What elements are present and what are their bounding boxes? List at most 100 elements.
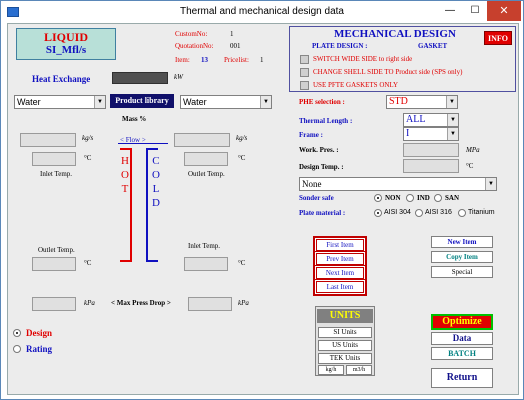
hot-inlet-temp-input[interactable] xyxy=(32,152,76,166)
none-select[interactable]: None ▼ xyxy=(299,177,497,191)
chevron-down-icon: ▼ xyxy=(447,128,458,140)
design-temp-input[interactable] xyxy=(403,159,459,173)
cold-medium-select[interactable]: Water ▼ xyxy=(180,95,272,109)
info-button[interactable]: INFO xyxy=(484,31,512,45)
hot-outlet-temp-input[interactable] xyxy=(32,257,76,271)
aisi-304-label: AISI 304 xyxy=(384,209,411,216)
pfte-gaskets-checkbox[interactable] xyxy=(300,81,309,90)
item-label: Item: xyxy=(175,56,190,64)
liquid-unit-box[interactable]: LIQUID SI_Mfl/s xyxy=(16,28,116,60)
rating-label: Rating xyxy=(26,344,53,354)
max-press-drop-label: < Max Press Drop > xyxy=(111,299,171,307)
optimize-button[interactable]: Optimize xyxy=(431,314,493,330)
cold-outlet-temp-label: Outlet Temp. xyxy=(188,170,225,178)
hot-medium-select[interactable]: Water ▼ xyxy=(14,95,106,109)
first-item-button[interactable]: First Item xyxy=(315,238,365,252)
cold-outlet-temp-unit: °C xyxy=(238,154,246,162)
sonder-san-radio[interactable] xyxy=(434,194,442,202)
copy-item-button[interactable]: Copy Item xyxy=(431,251,493,263)
hot-flow-input[interactable] xyxy=(20,133,76,147)
m3h-button[interactable]: m3/h xyxy=(346,365,372,375)
aisi-304-radio[interactable] xyxy=(374,209,382,217)
pricelist-value: 1 xyxy=(260,56,264,64)
return-button[interactable]: Return xyxy=(431,368,493,388)
maximize-button[interactable]: ☐ xyxy=(468,5,482,19)
hot-press-drop-unit: kPa xyxy=(84,299,95,307)
hot-inlet-temp-label: Inlet Temp. xyxy=(40,170,73,178)
thermal-length-select[interactable]: ALL ▼ xyxy=(403,113,459,127)
hot-letter: H xyxy=(121,155,129,167)
custom-no-label: CustomNo: xyxy=(175,30,208,38)
sonder-non-radio[interactable] xyxy=(374,194,382,202)
cold-inlet-temp-label: Inlet Temp. xyxy=(188,242,221,250)
units-title: UNITS xyxy=(317,309,373,323)
work-pres-input[interactable] xyxy=(403,143,459,157)
aisi-316-label: AISI 316 xyxy=(425,209,452,216)
cold-letter: C xyxy=(152,155,160,167)
window-title: Thermal and mechanical design data xyxy=(180,6,344,17)
aisi-316-radio[interactable] xyxy=(415,209,423,217)
minimize-button[interactable]: — xyxy=(443,5,457,19)
unit-system-label: SI_Mfl/s xyxy=(45,44,87,56)
titanium-radio[interactable] xyxy=(458,209,466,217)
chevron-down-icon: ▼ xyxy=(260,96,271,108)
cold-press-drop-input[interactable] xyxy=(188,297,232,311)
cold-vertical-label: C O L D xyxy=(152,154,160,210)
change-shell-side-checkbox[interactable] xyxy=(300,68,309,77)
hot-press-drop-input[interactable] xyxy=(32,297,76,311)
si-units-button[interactable]: SI Units xyxy=(318,327,372,338)
hot-letter: O xyxy=(121,169,129,181)
cold-flow-input[interactable] xyxy=(174,133,230,147)
heat-exchange-field[interactable] xyxy=(112,72,168,84)
product-library-button[interactable]: Product library xyxy=(110,94,174,108)
frame-label: Frame : xyxy=(299,131,323,139)
tek-units-button[interactable]: TEK Units xyxy=(318,353,372,364)
frame-select[interactable]: I ▼ xyxy=(403,127,459,141)
cold-letter: L xyxy=(152,183,160,195)
sonder-non-label: NON xyxy=(385,194,401,202)
us-units-button[interactable]: US Units xyxy=(318,340,372,351)
sonder-san-label: SAN xyxy=(445,194,460,202)
new-item-button[interactable]: New Item xyxy=(431,236,493,248)
chevron-down-icon: ▼ xyxy=(485,178,496,190)
phe-selection-label: PHE selection : xyxy=(299,98,345,106)
cold-inlet-temp-input[interactable] xyxy=(184,257,228,271)
switch-wide-side-checkbox[interactable] xyxy=(300,55,309,64)
work-pres-label: Work. Pres. : xyxy=(299,146,339,154)
hot-outlet-temp-label: Outlet Temp. xyxy=(38,246,75,254)
chevron-down-icon: ▼ xyxy=(94,96,105,108)
cold-medium-value: Water xyxy=(183,97,207,107)
phe-selection-select[interactable]: STD ▼ xyxy=(386,95,458,109)
app-icon xyxy=(7,7,19,17)
data-button[interactable]: Data xyxy=(431,332,493,345)
none-value: None xyxy=(302,179,322,189)
rating-radio[interactable] xyxy=(13,345,21,353)
change-shell-side-label: CHANGE SHELL SIDE TO Product side (SPS o… xyxy=(313,68,463,76)
prev-item-button[interactable]: Prev Item xyxy=(315,252,365,266)
phe-selection-value: STD xyxy=(389,96,408,107)
hot-vertical-label: H O T xyxy=(121,154,129,196)
chevron-down-icon: ▼ xyxy=(447,114,458,126)
sonder-safe-label: Sonder safe xyxy=(299,194,334,202)
kgh-button[interactable]: kg/h xyxy=(318,365,344,375)
special-button[interactable]: Special xyxy=(431,266,493,278)
last-item-button[interactable]: Last Item xyxy=(315,280,365,294)
batch-button[interactable]: BATCH xyxy=(431,347,493,360)
cold-letter: D xyxy=(152,197,160,209)
next-item-button[interactable]: Next Item xyxy=(315,266,365,280)
cold-letter: O xyxy=(152,169,160,181)
pricelist-label: Pricelist: xyxy=(224,56,249,64)
sonder-ind-label: IND xyxy=(417,194,430,202)
quotation-no-value: 001 xyxy=(230,42,241,50)
design-radio[interactable] xyxy=(13,329,21,337)
flow-arrow-line xyxy=(118,143,168,144)
plate-material-label: Plate material : xyxy=(299,209,346,217)
gasket-label: GASKET xyxy=(418,42,448,50)
sonder-ind-radio[interactable] xyxy=(406,194,414,202)
cold-outlet-temp-input[interactable] xyxy=(184,152,228,166)
mass-percent-label: Mass % xyxy=(122,115,147,123)
mechanical-design-title: MECHANICAL DESIGN xyxy=(334,28,456,40)
close-button[interactable]: ✕ xyxy=(487,1,521,21)
titanium-label: Titanium xyxy=(468,209,495,216)
title-bar: Thermal and mechanical design data — ☐ ✕ xyxy=(1,1,523,23)
